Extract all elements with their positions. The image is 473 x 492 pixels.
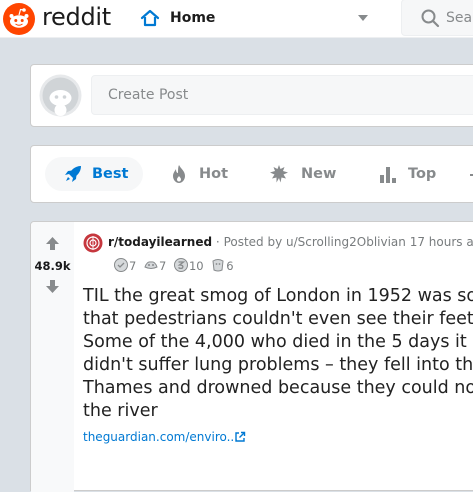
sort-tab-label: Hot — [199, 166, 229, 182]
post-title[interactable]: TIL the great smog of London in 1952 was… — [83, 285, 473, 423]
post-card[interactable]: 48.9k r/todayilearned · Posted by u/Scro… — [30, 221, 473, 492]
top-header: reddit Home Sear — [0, 0, 473, 38]
sort-tab-best[interactable]: Best — [45, 157, 143, 191]
award-silver[interactable]: 7 — [113, 257, 136, 274]
search-icon — [421, 9, 440, 28]
flame-icon — [173, 165, 185, 183]
award-wholesome[interactable]: 10 — [173, 257, 204, 274]
search-input[interactable]: Sear — [401, 0, 473, 36]
bar-chart-icon — [380, 167, 396, 183]
award-helpful[interactable]: 7 — [143, 257, 166, 274]
sort-tab-label: Best — [92, 166, 129, 182]
reddit-logo-icon[interactable] — [2, 2, 36, 36]
downvote-icon[interactable] — [44, 278, 61, 295]
sort-tab-label: Top — [408, 166, 437, 182]
external-link-icon[interactable] — [234, 431, 246, 443]
award-count: 7 — [129, 259, 137, 273]
home-label: Home — [170, 10, 216, 26]
sparkle-icon — [270, 165, 288, 183]
create-post-card: Create Post — [30, 64, 473, 127]
sort-tab-hot[interactable]: Hot — [157, 157, 237, 191]
hug-award-icon — [212, 259, 224, 272]
posted-by[interactable]: Posted by u/Scrolling2Oblivian 17 hours … — [224, 235, 473, 249]
subreddit-link[interactable]: r/todayilearned — [108, 235, 212, 249]
create-post-placeholder: Create Post — [108, 87, 189, 103]
search-placeholder: Sear — [446, 10, 473, 26]
award-hug[interactable]: 6 — [210, 257, 234, 274]
create-post-input[interactable]: Create Post — [91, 75, 473, 115]
reddit-wordmark[interactable]: reddit — [42, 3, 111, 31]
upvote-icon[interactable] — [44, 235, 61, 252]
sort-tab-label: New — [301, 166, 337, 182]
post-meta: r/todayilearned · Posted by u/Scrolling2… — [108, 235, 473, 250]
award-list[interactable]: 7 7 10 6 — [113, 257, 237, 273]
home-icon — [140, 9, 160, 27]
rocket-icon — [65, 166, 81, 182]
silver-award-icon — [114, 258, 128, 272]
subreddit-icon[interactable] — [83, 233, 103, 253]
sort-tab-new[interactable]: New — [257, 157, 347, 191]
award-count: 6 — [226, 259, 234, 273]
wholesome-award-icon — [173, 258, 188, 272]
avatar[interactable] — [39, 74, 82, 117]
helpful-award-icon — [144, 261, 158, 269]
vote-count: 48.9k — [34, 259, 71, 273]
home-feed-dropdown[interactable]: Home — [138, 4, 376, 32]
chevron-down-icon — [358, 15, 368, 21]
vote-column: 48.9k — [31, 222, 74, 492]
sort-bar: Best Hot New Top — [30, 145, 473, 203]
post-external-link[interactable]: theguardian.com/enviro... — [83, 430, 238, 445]
meta-separator: · — [215, 235, 220, 249]
sort-tab-top[interactable]: Top — [368, 157, 448, 191]
award-count: 7 — [158, 259, 167, 273]
award-count: 10 — [188, 259, 204, 273]
